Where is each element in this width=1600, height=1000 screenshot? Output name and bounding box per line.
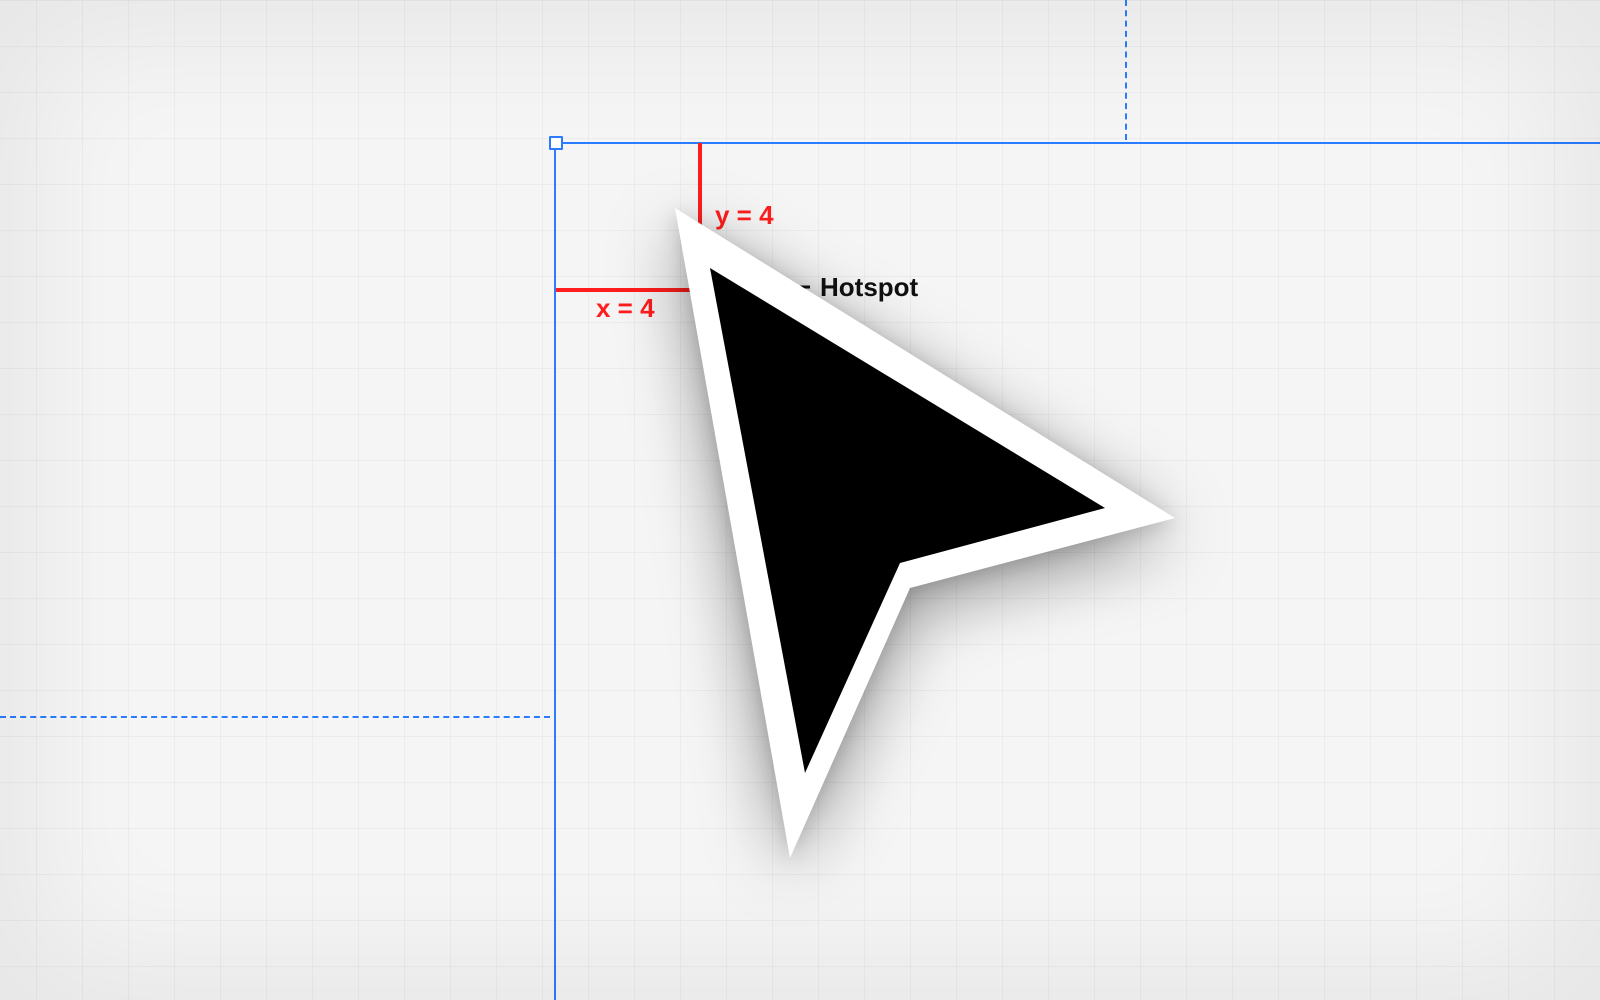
selection-left-edge bbox=[554, 143, 556, 1000]
selection-handle-top-left[interactable] bbox=[549, 136, 563, 150]
diagram-canvas[interactable]: y = 4 x = 4 Hotspot bbox=[0, 0, 1600, 1000]
horizontal-guide-line bbox=[0, 716, 550, 718]
vertical-guide-line bbox=[1125, 0, 1127, 140]
cursor-arrow-graphic bbox=[635, 208, 1195, 873]
selection-top-edge bbox=[555, 142, 1600, 144]
